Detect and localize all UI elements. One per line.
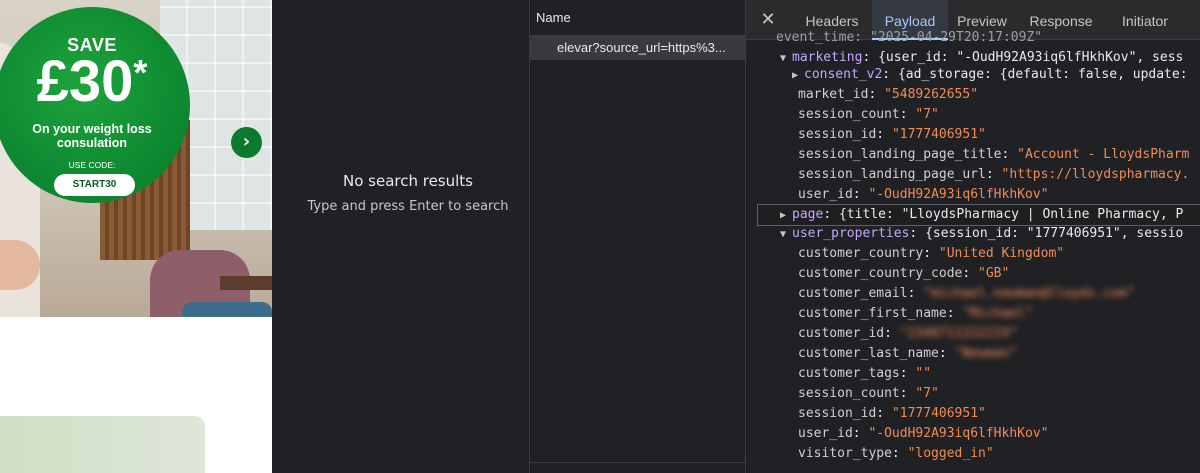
leaf-key: customer_country	[798, 246, 924, 261]
payload-tree: event_time: "2025-04-29T20:17:09Z" ▼ mark…	[746, 30, 1200, 473]
search-empty-hint: Type and press Enter to search	[307, 199, 509, 214]
node-key: marketing	[792, 50, 863, 65]
triangle-down-icon[interactable]: ▼	[780, 49, 792, 69]
leaf-key: session_id	[798, 127, 877, 142]
status-bar-divider	[530, 462, 745, 463]
tree-leaf[interactable]: user_id: "-OudH92A93iq6lfHkhKov"	[798, 424, 1048, 444]
tree-leaf[interactable]: customer_email: "michael.newman@lloyds.c…	[798, 284, 1135, 304]
website-preview: SAVE £30* On your weight loss consulatio…	[0, 0, 272, 473]
leaf-value: "Account - LloydsPharm	[1017, 147, 1190, 162]
tree-leaf[interactable]: session_landing_page_title: "Account - L…	[798, 145, 1189, 165]
devtools-search-panel: No search results Type and press Enter t…	[287, 0, 529, 473]
node-summary: {user_id: "-OudH92A93iq6lfHkhKov", sess	[878, 50, 1184, 65]
tree-leaf[interactable]: session_count: "7"	[798, 384, 939, 404]
promo-amount-value: £30	[36, 49, 134, 114]
leaf-key: customer_first_name	[798, 306, 947, 321]
leaf-key: customer_country_code	[798, 266, 963, 281]
leaf-value: "logged_in"	[907, 446, 994, 461]
tree-leaf[interactable]: session_id: "1777406951"	[798, 125, 986, 145]
leaf-key: session_id	[798, 406, 877, 421]
tree-leaf[interactable]: session_count: "7"	[798, 105, 939, 125]
leaf-value: "United Kingdom"	[938, 246, 1065, 261]
leaf-value: "7"	[915, 386, 939, 401]
promo-amount: £30*	[0, 53, 190, 111]
carousel-next-button[interactable]: ›	[231, 127, 262, 158]
tree-leaf[interactable]: customer_last_name: "Newman"	[798, 344, 1017, 364]
leaf-value-redacted: "Newman"	[954, 346, 1018, 361]
tree-leaf[interactable]: customer_country: "United Kingdom"	[798, 244, 1064, 264]
leaf-value: "-OudH92A93iq6lfHkhKov"	[868, 187, 1049, 202]
leaf-key: session_landing_page_title	[798, 147, 1002, 162]
tree-node-consent[interactable]: ▶ consent_v2: {ad_storage: {default: fals…	[792, 65, 1188, 85]
request-details: ✕ Headers Payload Preview Response Initi…	[746, 0, 1200, 473]
node-key: user_properties	[792, 226, 910, 241]
tree-leaf[interactable]: visitor_type: "logged_in"	[798, 444, 994, 464]
tree-leaf[interactable]: session_landing_page_url: "https://lloyd…	[798, 165, 1189, 185]
node-summary: {title: "LloydsPharmacy | Online Pharmac…	[838, 207, 1184, 222]
leaf-key: user_id	[798, 187, 853, 202]
tab-initiator[interactable]: Initiator	[1106, 0, 1184, 40]
leaf-value: "1777406951"	[891, 127, 986, 142]
leaf-value-redacted: "michael.newman@lloyds.com"	[923, 286, 1135, 301]
triangle-right-icon[interactable]: ▶	[780, 206, 792, 226]
network-request-list: Name elevar?source_url=https%3...	[530, 0, 745, 473]
request-row-selected[interactable]: elevar?source_url=https%3...	[530, 36, 745, 60]
leaf-value: "1777406951"	[891, 406, 986, 421]
node-key: consent_v2	[804, 67, 883, 82]
tree-leaf[interactable]: user_id: "-OudH92A93iq6lfHkhKov"	[798, 185, 1048, 205]
promo-badge: SAVE £30* On your weight loss consulatio…	[0, 7, 190, 203]
promo-asterisk: *	[133, 52, 148, 93]
tree-leaf[interactable]: customer_first_name: "Michael"	[798, 304, 1033, 324]
background-table	[220, 276, 272, 290]
triangle-right-icon[interactable]: ▶	[792, 66, 804, 86]
tree-node-user-properties[interactable]: ▼ user_properties: {session_id: "17774069…	[780, 224, 1183, 244]
leaf-value: "5489262655"	[884, 87, 979, 102]
close-icon[interactable]: ✕	[758, 10, 778, 30]
leaf-value: "https://lloydspharmacy.	[1001, 167, 1190, 182]
background-chair-blue	[182, 302, 272, 317]
promo-subtitle-line2: consulation	[56, 136, 128, 150]
hero-banner: SAVE £30* On your weight loss consulatio…	[0, 0, 272, 317]
leaf-key: customer_tags	[798, 366, 900, 381]
leaf-key: customer_id	[798, 326, 885, 341]
leaf-value: "GB"	[978, 266, 1010, 281]
leaf-value-redacted: "Michael"	[962, 306, 1033, 321]
leaf-value: "-OudH92A93iq6lfHkhKov"	[868, 426, 1049, 441]
leaf-key: visitor_type	[798, 446, 892, 461]
leaf-key: session_count	[798, 107, 900, 122]
leaf-value-redacted: "2340711222219"	[899, 326, 1018, 341]
promo-subtitle: On your weight loss consulation	[0, 122, 190, 150]
node-summary: {session_id: "1777406951", sessio	[925, 226, 1184, 241]
leaf-key: customer_last_name	[798, 346, 939, 361]
promo-code-pill[interactable]: START30	[54, 174, 135, 196]
chevron-right-icon: ›	[242, 131, 251, 152]
tree-leaf[interactable]: market_id: "5489262655"	[798, 85, 978, 105]
leaf-key: customer_email	[798, 286, 908, 301]
leaf-key: user_id	[798, 426, 853, 441]
leaf-key: session_landing_page_url	[798, 167, 986, 182]
tree-leaf[interactable]: customer_tags: ""	[798, 364, 931, 384]
leaf-key: session_count	[798, 386, 900, 401]
tree-leaf[interactable]: customer_country_code: "GB"	[798, 264, 1009, 284]
node-summary: {ad_storage: {default: false, update:	[897, 67, 1188, 82]
tree-leaf[interactable]: customer_id: "2340711222219"	[798, 324, 1017, 344]
payload-cut-line: event_time: "2025-04-29T20:17:09Z"	[776, 30, 1043, 45]
promo-use-code-label: USE CODE:	[68, 160, 116, 170]
tree-node-page[interactable]: ▶ page: {title: "LloydsPharmacy | Online …	[757, 204, 1200, 226]
leaf-value: ""	[915, 366, 932, 381]
content-card	[0, 416, 205, 473]
tree-leaf[interactable]: session_id: "1777406951"	[798, 404, 986, 424]
name-column-header[interactable]: Name	[530, 0, 745, 36]
leaf-key: market_id	[798, 87, 869, 102]
promo-subtitle-line1: On your weight loss	[32, 122, 152, 136]
leaf-value: "7"	[915, 107, 939, 122]
search-empty-title: No search results	[342, 172, 473, 190]
triangle-down-icon[interactable]: ▼	[780, 225, 792, 245]
node-key: page	[792, 207, 824, 222]
